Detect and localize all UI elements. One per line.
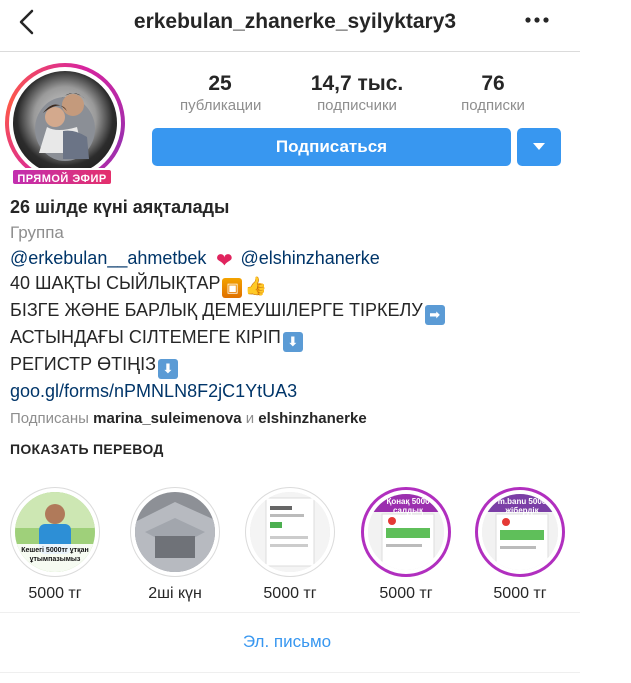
highlight-thumbnail: Қонақ 5000 салдық	[368, 494, 444, 570]
stat-following[interactable]: 76 подписки	[448, 72, 538, 114]
profile-name: 26 шілде күні аяқталады	[10, 197, 230, 217]
heart-emoji-icon: ❤	[216, 250, 233, 272]
profile-username: erkebulan_zhanerke_syilyktary3	[133, 10, 457, 33]
story-highlight[interactable]: Қонақ 5000 салдық 5000 тг	[356, 487, 456, 603]
highlight-overlay-text: Кешегі 5000тг ұтқан ұтымпазымыз	[21, 547, 89, 563]
mention-link[interactable]: @erkebulan__ahmetbek	[10, 248, 206, 268]
bio-line: РЕГИСТР ӨТІҢІЗ ⬇	[10, 352, 570, 379]
avatar-photo	[13, 71, 117, 175]
followed-by-line[interactable]: Подписаны marina_suleimenova и elshinzha…	[10, 404, 570, 434]
followed-by-conjunction: и	[245, 410, 255, 427]
thumbs-up-emoji-icon: 👍	[244, 276, 267, 296]
profile-avatar[interactable]	[5, 63, 125, 183]
highlight-label: 5000 тг	[379, 585, 433, 602]
stat-posts[interactable]: 25 публикации	[180, 72, 262, 114]
follow-button[interactable]: Подписаться	[152, 128, 511, 166]
highlight-label: 2ші күн	[148, 585, 202, 602]
show-translation-button[interactable]: ПОКАЗАТЬ ПЕРЕВОД	[10, 441, 164, 457]
highlight-thumbnail	[135, 492, 215, 572]
highlight-overlay-text: m.banu 5000 жібердік	[497, 497, 547, 515]
right-arrow-emoji-icon: ➡	[424, 305, 445, 325]
highlight-label: 5000 тг	[28, 585, 82, 602]
bio-mentions-line: @erkebulan__ahmetbek ❤ @elshinzhanerke	[10, 246, 570, 271]
bio-line: АСТЫНДАҒЫ СІЛТЕМЕГЕ КІРІП ⬇	[10, 325, 570, 352]
bio-text: РЕГИСТР ӨТІҢІЗ	[10, 354, 156, 374]
followed-by-user[interactable]: marina_suleimenova	[93, 410, 241, 427]
highlight-thumbnail: m.banu 5000 жібердік	[482, 494, 558, 570]
chevron-down-icon	[533, 143, 545, 150]
story-highlight[interactable]: Кешегі 5000тг ұтқан ұтымпазымыз 5000 тг	[5, 487, 105, 603]
suggested-accounts-button[interactable]	[517, 128, 561, 166]
live-badge[interactable]: ПРЯМОЙ ЭФИР	[11, 168, 113, 186]
profile-bio: 26 шілде күні аяқталады Группа @erkebula…	[10, 194, 570, 434]
bio-text: 40 ШАҚТЫ СЫЙЛЫҚТАР	[10, 273, 221, 293]
highlight-label: 5000 тг	[493, 585, 547, 602]
followed-by-user[interactable]: elshinzhanerke	[258, 410, 366, 427]
bio-text: БІЗГЕ ЖӘНЕ БАРЛЫҚ ДЕМЕУШІЛЕРГЕ ТІРКЕЛУ	[10, 300, 423, 320]
email-button[interactable]: Эл. письмо	[152, 622, 422, 662]
back-arrow-icon[interactable]	[14, 8, 42, 36]
story-highlight[interactable]: 2ші күн	[125, 487, 225, 603]
down-arrow-emoji-icon: ⬇	[282, 332, 303, 352]
bio-line: 40 ШАҚТЫ СЫЙЛЫҚТАР ▣ 👍	[10, 271, 570, 298]
bio-line: БІЗГЕ ЖӘНЕ БАРЛЫҚ ДЕМЕУШІЛЕРГЕ ТІРКЕЛУ ➡	[10, 298, 570, 325]
divider	[0, 672, 580, 673]
gift-emoji-icon: ▣	[222, 278, 243, 298]
mention-link[interactable]: @elshinzhanerke	[240, 248, 379, 268]
top-bar: erkebulan_zhanerke_syilyktary3	[0, 0, 580, 52]
bio-link-line: goo.gl/forms/nPMNLN8F2jC1YtUA3	[10, 379, 570, 404]
story-highlight[interactable]: 5000 тг	[240, 487, 340, 603]
highlight-overlay-text: Қонақ 5000 салдық	[386, 497, 430, 515]
highlight-thumbnail	[250, 492, 330, 572]
story-highlight[interactable]: m.banu 5000 жібердік 5000 тг	[470, 487, 570, 603]
stat-followers-value: 14,7 тыс.	[310, 72, 404, 95]
highlight-label: 5000 тг	[263, 585, 317, 602]
stat-following-value: 76	[481, 72, 505, 95]
profile-category: Группа	[10, 223, 64, 242]
stat-following-label: подписки	[461, 97, 525, 114]
stat-posts-value: 25	[208, 72, 232, 95]
more-options-icon[interactable]	[523, 10, 551, 30]
stat-followers[interactable]: 14,7 тыс. подписчики	[298, 72, 416, 114]
followed-by-prefix: Подписаны	[10, 410, 89, 427]
bio-website-link[interactable]: goo.gl/forms/nPMNLN8F2jC1YtUA3	[10, 381, 297, 401]
stat-followers-label: подписчики	[317, 97, 397, 114]
stat-posts-label: публикации	[180, 97, 262, 114]
divider	[0, 612, 580, 613]
bio-text: АСТЫНДАҒЫ СІЛТЕМЕГЕ КІРІП	[10, 327, 281, 347]
down-arrow-emoji-icon: ⬇	[157, 359, 178, 379]
highlight-thumbnail: Кешегі 5000тг ұтқан ұтымпазымыз	[15, 492, 95, 572]
